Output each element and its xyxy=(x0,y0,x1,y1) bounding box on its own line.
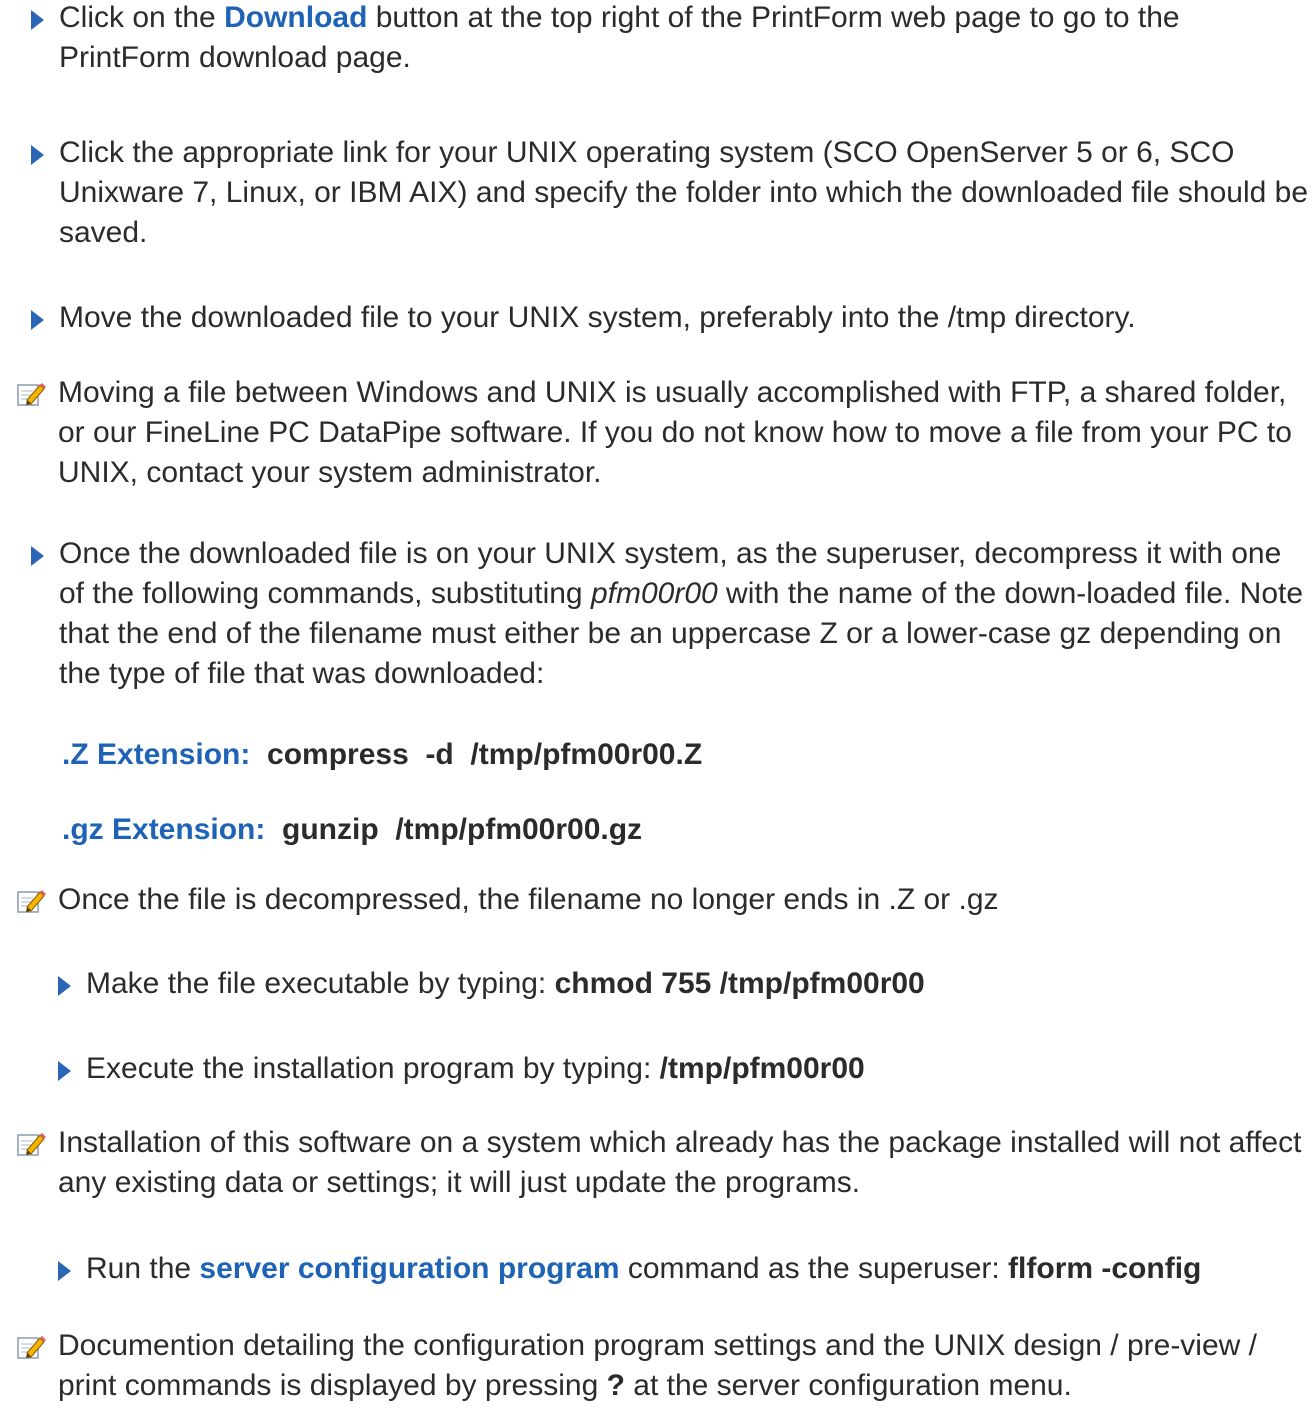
step-text-pre: Execute the installation program by typi… xyxy=(86,1052,660,1085)
note-text: Once the file is decompressed, the filen… xyxy=(58,883,999,916)
command-code: compress -d /tmp/pfm00r00.Z xyxy=(267,738,703,771)
step-text-pre: Run the xyxy=(86,1252,200,1285)
arrow-bullet-icon xyxy=(31,145,44,165)
note-text: Moving a file between Windows and UNIX i… xyxy=(58,376,1292,489)
arrow-bullet-icon xyxy=(58,1261,71,1281)
command-z-extension: .Z Extension: compress -d /tmp/pfm00r00.… xyxy=(62,735,702,775)
arrow-bullet-icon xyxy=(58,1061,71,1081)
instructions-page: Click on the Download button at the top … xyxy=(0,0,1315,1418)
arrow-bullet-icon xyxy=(31,546,44,566)
note-pencil-icon xyxy=(17,383,46,406)
server-config-link[interactable]: server configuration program xyxy=(199,1252,619,1285)
arrow-bullet-icon xyxy=(31,310,44,330)
note-text: Installation of this software on a syste… xyxy=(58,1126,1302,1199)
command-code: /tmp/pfm00r00 xyxy=(659,1052,865,1085)
step-text: Once the downloaded file is on your UNIX… xyxy=(59,534,1309,694)
step-text-mid: command as the superuser: xyxy=(619,1252,1009,1285)
download-link[interactable]: Download xyxy=(224,1,367,34)
step-text-pre: Click on the xyxy=(59,1,225,34)
command-gz-extension: .gz Extension: gunzip /tmp/pfm00r00.gz xyxy=(62,810,642,850)
command-code: chmod 755 /tmp/pfm00r00 xyxy=(554,967,925,1000)
command-label: .Z Extension: xyxy=(62,738,251,771)
command-code: flform -config xyxy=(1008,1252,1202,1285)
step-text: Execute the installation program by typi… xyxy=(86,1049,1315,1089)
key-hint: ? xyxy=(606,1369,625,1402)
step-text: Make the file executable by typing: chmo… xyxy=(86,964,1315,1004)
command-label: .gz Extension: xyxy=(62,813,266,846)
arrow-bullet-icon xyxy=(58,976,71,996)
filename-placeholder: pfm00r00 xyxy=(590,577,718,610)
note-pencil-icon xyxy=(17,890,46,913)
step-text-pre: Make the file executable by typing: xyxy=(86,967,555,1000)
step-text: Move the downloaded file to your UNIX sy… xyxy=(59,301,1136,334)
note-pencil-icon xyxy=(17,1336,46,1359)
command-code: gunzip /tmp/pfm00r00.gz xyxy=(282,813,643,846)
step-text: Click on the Download button at the top … xyxy=(59,0,1309,78)
step-text: Click the appropriate link for your UNIX… xyxy=(59,136,1309,249)
note-text: Documention detailing the configuration … xyxy=(58,1326,1308,1406)
arrow-bullet-icon xyxy=(31,10,44,30)
note-text-post: at the server configuration menu. xyxy=(624,1369,1072,1402)
step-text: Run the server configuration program com… xyxy=(86,1249,1315,1289)
note-pencil-icon xyxy=(17,1133,46,1156)
